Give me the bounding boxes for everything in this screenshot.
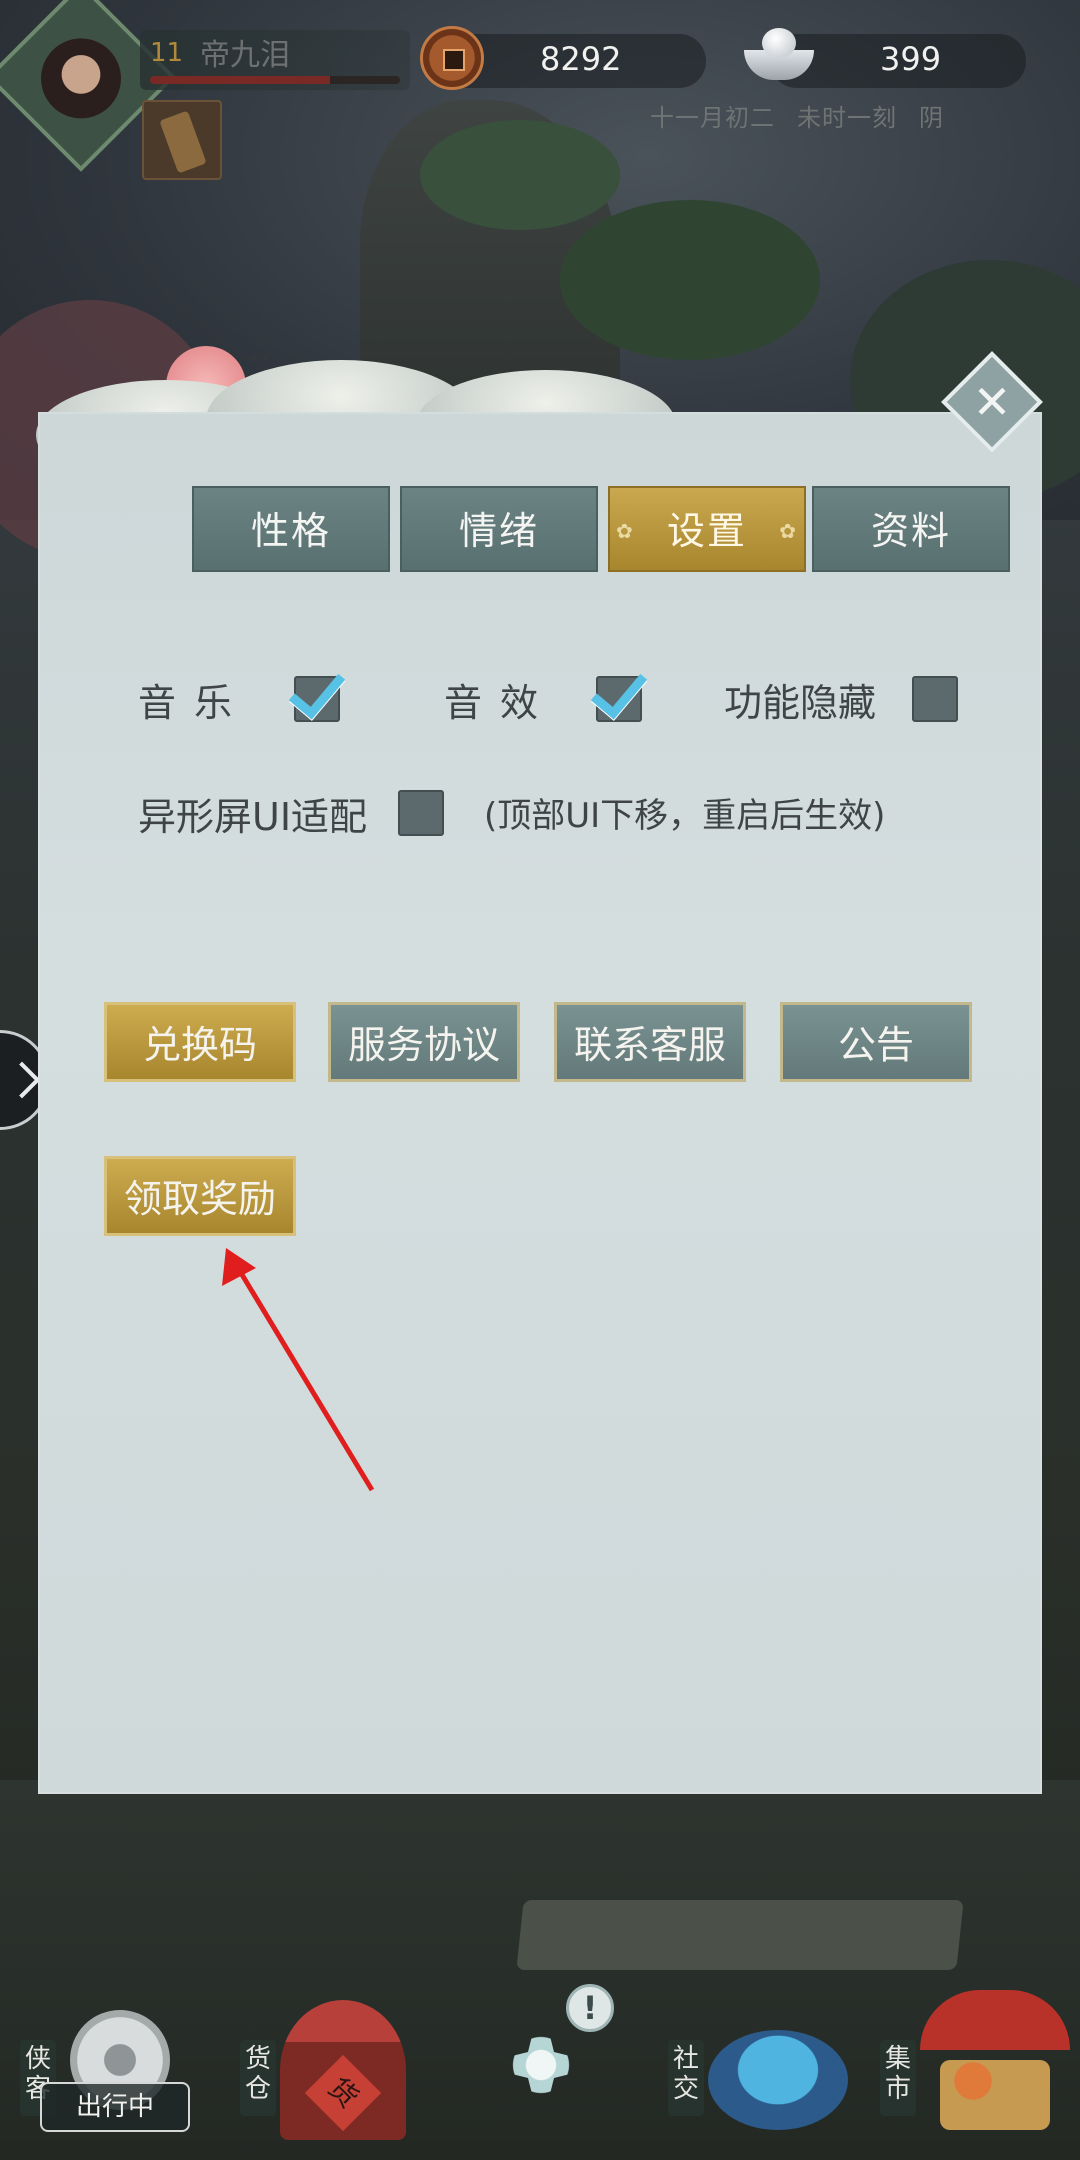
nav-warehouse[interactable]: 货仓 [230,1990,420,2150]
annotation-arrow-head [222,1248,256,1286]
warehouse-icon [280,2000,406,2140]
annotation-arrow [222,1248,375,1492]
annotation-arrow-line [235,1266,375,1492]
wave-icon [708,2030,848,2130]
nav-center-star[interactable]: ! [466,1984,656,2150]
traveling-badge: 出行中 [40,2082,190,2132]
alert-icon: ! [566,1984,614,2032]
nav-market-label: 集市 [880,2040,916,2116]
nav-heroes[interactable]: 侠客 出行中 [20,1990,210,2150]
market-stall-icon [920,1990,1070,2140]
nav-social-label: 社交 [668,2040,704,2116]
nav-social[interactable]: 社交 [668,1990,858,2150]
nav-market[interactable]: 集市 [880,1990,1070,2150]
nav-warehouse-label: 货仓 [240,2040,276,2116]
